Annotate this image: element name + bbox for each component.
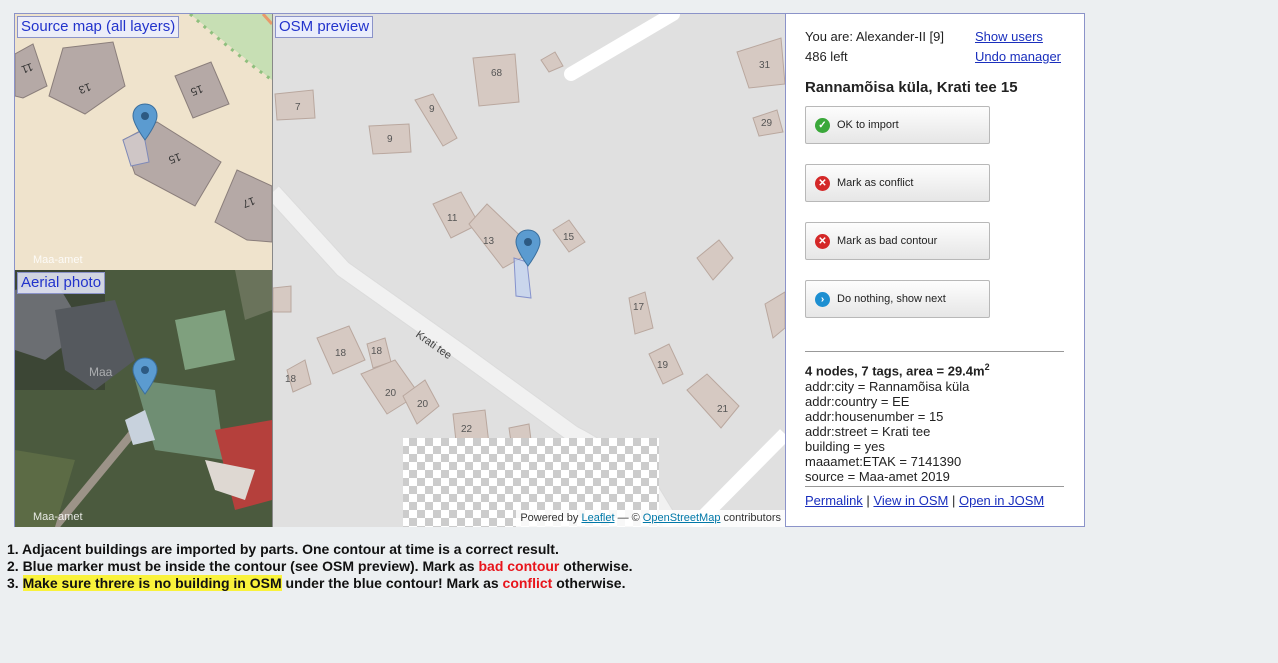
osm-housenumber: 31 bbox=[759, 60, 771, 71]
aerial-photo-canvas[interactable]: Maa bbox=[15, 270, 272, 527]
osm-housenumber: 15 bbox=[563, 232, 575, 243]
bad-contour-warning: bad contour bbox=[478, 558, 560, 574]
aerial-credit: Maa-amet bbox=[33, 511, 83, 523]
osm-housenumber: 20 bbox=[417, 399, 429, 410]
tag-item: addr:country = EE bbox=[805, 394, 910, 410]
osm-housenumber: 22 bbox=[461, 424, 473, 435]
aerial-watermark: Maa bbox=[89, 365, 113, 379]
instruction-3-num: 3. bbox=[7, 575, 23, 591]
tag-item: source = Maa-amet 2019 bbox=[805, 469, 950, 485]
tag-item: addr:city = Rannamõisa küla bbox=[805, 379, 970, 395]
attribution-powered-by: Powered by bbox=[520, 512, 579, 524]
link-separator: | bbox=[866, 493, 870, 508]
instruction-2: 2. Blue marker must be inside the contou… bbox=[7, 558, 633, 575]
osm-housenumber: 18 bbox=[285, 374, 297, 385]
tag-item: building = yes bbox=[805, 439, 885, 455]
arrow-right-icon: › bbox=[815, 291, 830, 307]
map-attribution: Powered by Leaflet — © OpenStreetMap con… bbox=[516, 510, 785, 527]
tag-list: addr:city = Rannamõisa küla addr:country… bbox=[805, 379, 1070, 484]
ok-to-import-button[interactable]: ✓ OK to import bbox=[805, 106, 990, 144]
conflict-warning: conflict bbox=[502, 575, 553, 591]
osm-housenumber: 9 bbox=[387, 134, 393, 145]
action-buttons: ✓ OK to import ✕ Mark as conflict ✕ Mark… bbox=[805, 106, 991, 318]
source-map-pane[interactable]: Source map (all layers) 11 13 15 15 17 M… bbox=[15, 14, 273, 270]
instruction-1: 1. Adjacent buildings are imported by pa… bbox=[7, 541, 559, 557]
ok-to-import-label: OK to import bbox=[837, 119, 899, 131]
permalink-link[interactable]: Permalink bbox=[805, 493, 863, 508]
source-credit: Maa-amet bbox=[33, 254, 83, 266]
osm-housenumber: 11 bbox=[447, 213, 458, 224]
cross-icon: ✕ bbox=[815, 233, 830, 249]
aerial-photo-label[interactable]: Aerial photo bbox=[17, 272, 106, 294]
aerial-photo-pane[interactable]: Aerial photo Maa Maa-amet bbox=[15, 270, 273, 527]
instruction-2-tail: otherwise. bbox=[559, 558, 633, 574]
tag-item: maaamet:ETAK = 7141390 bbox=[805, 454, 962, 470]
address-title: Rannamõisa küla, Krati tee 15 bbox=[805, 79, 1018, 96]
highlight-warning: Make sure threre is no building in OSM bbox=[22, 575, 282, 591]
summary-area: , area = 29.4m bbox=[898, 363, 985, 379]
osm-housenumber: 18 bbox=[371, 346, 383, 357]
instruction-3-text: under the blue contour! Mark as bbox=[281, 575, 503, 591]
check-icon: ✓ bbox=[815, 117, 830, 133]
tags-block: 4 nodes, 7 tags, area = 29.4m2 addr:city… bbox=[805, 359, 1070, 484]
leaflet-link[interactable]: Leaflet bbox=[581, 512, 614, 524]
mark-as-bad-contour-label: Mark as bad contour bbox=[837, 235, 938, 247]
do-nothing-button[interactable]: › Do nothing, show next bbox=[805, 280, 990, 318]
link-separator: | bbox=[951, 493, 956, 508]
view-in-osm-link[interactable]: View in OSM bbox=[873, 493, 948, 508]
undo-manager-link[interactable]: Undo manager bbox=[975, 49, 1061, 64]
divider bbox=[805, 351, 1064, 352]
instructions: 1. Adjacent buildings are imported by pa… bbox=[7, 541, 633, 592]
osm-housenumber: 18 bbox=[335, 348, 347, 359]
summary-area-unit: 2 bbox=[984, 362, 990, 372]
open-in-josm-link[interactable]: Open in JOSM bbox=[959, 493, 1044, 508]
osm-housenumber: 7 bbox=[295, 102, 301, 113]
mark-as-conflict-button[interactable]: ✕ Mark as conflict bbox=[805, 164, 990, 202]
osm-housenumber: 29 bbox=[761, 118, 773, 129]
osm-housenumber: 19 bbox=[657, 360, 669, 371]
instruction-3: 3. Make sure threre is no building in OS… bbox=[7, 575, 633, 592]
user-name: You are: Alexander-II [9] bbox=[805, 29, 945, 44]
osm-housenumber: 20 bbox=[385, 388, 397, 399]
mark-as-bad-contour-button[interactable]: ✕ Mark as bad contour bbox=[805, 222, 990, 260]
divider bbox=[805, 486, 1064, 487]
show-users-link[interactable]: Show users bbox=[975, 29, 1043, 44]
attribution-contributors: contributors bbox=[723, 512, 781, 524]
cross-icon: ✕ bbox=[815, 175, 830, 191]
link-bar: Permalink | View in OSM | Open in JOSM bbox=[805, 493, 1044, 508]
openstreetmap-link[interactable]: OpenStreetMap bbox=[643, 512, 721, 524]
instruction-2-text: 2. Blue marker must be inside the contou… bbox=[7, 558, 479, 574]
osm-preview-label[interactable]: OSM preview bbox=[275, 16, 374, 38]
attribution-copyright: — © bbox=[617, 512, 640, 524]
source-map-canvas[interactable]: 11 13 15 15 17 bbox=[15, 14, 272, 270]
osm-housenumber: 9 bbox=[429, 104, 435, 115]
osm-housenumber: 21 bbox=[717, 404, 729, 415]
summary-line: 4 nodes, 7 tags, area = 29.4m2 bbox=[805, 359, 1070, 379]
source-map-label[interactable]: Source map (all layers) bbox=[17, 16, 180, 38]
instruction-3-tail: otherwise. bbox=[552, 575, 626, 591]
osm-housenumber: 68 bbox=[491, 68, 503, 79]
user-info: You are: Alexander-II [9] 486 left Show … bbox=[805, 29, 1070, 69]
summary-counts: 4 nodes, 7 tags bbox=[805, 363, 899, 379]
tag-item: addr:housenumber = 15 bbox=[805, 409, 944, 425]
do-nothing-label: Do nothing, show next bbox=[837, 293, 946, 305]
osm-housenumber: 17 bbox=[633, 302, 645, 313]
remaining-count: 486 left bbox=[805, 49, 848, 64]
mark-as-conflict-label: Mark as conflict bbox=[837, 177, 914, 189]
osm-housenumber: 13 bbox=[483, 236, 495, 247]
osm-preview-pane[interactable]: OSM preview 68 31 7 9 9 29 11 13 15 17 1… bbox=[273, 14, 786, 527]
tag-item: addr:street = Krati tee bbox=[805, 424, 931, 440]
osm-preview-canvas[interactable]: 68 31 7 9 9 29 11 13 15 17 18 18 18 19 2… bbox=[273, 14, 785, 527]
